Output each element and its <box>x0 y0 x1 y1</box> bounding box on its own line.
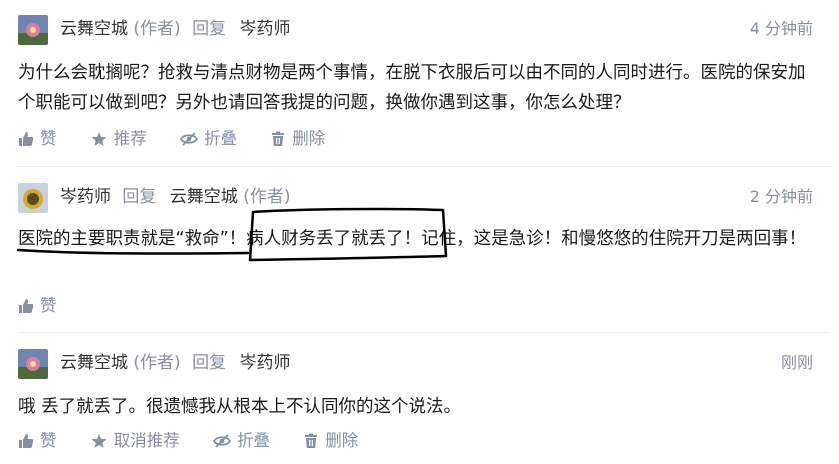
like-label: 赞 <box>40 296 57 315</box>
delete-label: 删除 <box>325 431 359 450</box>
reply-to-user-link[interactable]: 云舞空城 <box>170 187 238 207</box>
username-link[interactable]: 云舞空城 <box>60 353 128 373</box>
recommend-label: 推荐 <box>113 129 147 148</box>
trash-icon <box>272 131 285 146</box>
comment-text: 为什么会耽搁呢？抢救与清点财物是两个事情，在脱下衣服后可以由不同的人同时进行。医… <box>18 63 806 113</box>
timestamp: 2 分钟前 <box>749 187 813 206</box>
avatar[interactable] <box>18 15 48 45</box>
recommend-button[interactable]: 推荐 <box>90 128 147 150</box>
like-button[interactable]: 赞 <box>18 295 57 317</box>
fold-label: 折叠 <box>204 129 237 148</box>
timestamp: 4 分钟前 <box>749 19 813 38</box>
like-button[interactable]: 赞 <box>18 128 57 150</box>
avatar-flower-image <box>18 15 48 45</box>
unrecommend-button[interactable]: 取消推荐 <box>90 430 180 452</box>
fold-button[interactable]: 折叠 <box>180 128 237 150</box>
reply-to-user-link[interactable]: 岑药师 <box>239 353 290 373</box>
avatar-flower-image <box>18 349 48 379</box>
eye-slash-icon <box>213 434 231 448</box>
star-icon <box>91 434 107 448</box>
comment-actions: 赞 <box>18 295 85 320</box>
comment-actions: 赞 取消推荐 折叠 删除 <box>18 430 386 455</box>
thumbs-up-icon <box>19 132 34 146</box>
fold-label: 折叠 <box>237 431 270 450</box>
eye-slash-icon <box>180 132 198 146</box>
avatar[interactable] <box>18 349 48 379</box>
timestamp: 刚刚 <box>780 353 813 372</box>
comment-actions: 赞 推荐 折叠 删除 <box>18 128 353 153</box>
comment-meta: 云舞空城 (作者) 回复 岑药师 <box>60 17 290 41</box>
username-link[interactable]: 岑药师 <box>60 187 111 207</box>
delete-label: 删除 <box>292 129 326 148</box>
star-icon <box>91 132 107 146</box>
comment-text: 医院的主要职责就是“救命”！病人财务丢了就丢了！记住，这是急诊！和慢悠悠的住院开… <box>18 229 807 249</box>
like-button[interactable]: 赞 <box>18 430 57 452</box>
username-link[interactable]: 云舞空城 <box>60 19 128 39</box>
unrecommend-label: 取消推荐 <box>113 431 180 450</box>
comment-meta: 云舞空城 (作者) 回复 岑药师 <box>60 351 290 375</box>
comment-meta: 岑药师 回复 云舞空城 (作者) <box>60 185 290 209</box>
author-tag: (作者) <box>243 187 291 207</box>
comment-text: 哦 丢了就丢了。很遗憾我从根本上不认同你的这个说法。 <box>18 397 462 417</box>
like-label: 赞 <box>40 129 57 148</box>
delete-button[interactable]: 删除 <box>303 430 358 452</box>
avatar[interactable] <box>18 183 48 213</box>
fold-button[interactable]: 折叠 <box>213 430 270 452</box>
thumbs-up-icon <box>19 434 34 448</box>
reply-label: 回复 <box>192 353 227 373</box>
comment-divider <box>18 332 830 333</box>
thumbs-up-icon <box>19 299 34 313</box>
trash-icon <box>305 433 318 448</box>
delete-button[interactable]: 删除 <box>270 128 325 150</box>
reply-label: 回复 <box>122 187 157 207</box>
comment-divider <box>18 166 830 167</box>
like-label: 赞 <box>40 431 57 450</box>
avatar-sunflower-image <box>18 183 48 213</box>
reply-to-user-link[interactable]: 岑药师 <box>239 19 290 39</box>
reply-label: 回复 <box>192 19 227 39</box>
author-tag: (作者) <box>133 19 181 39</box>
author-tag: (作者) <box>133 353 181 373</box>
